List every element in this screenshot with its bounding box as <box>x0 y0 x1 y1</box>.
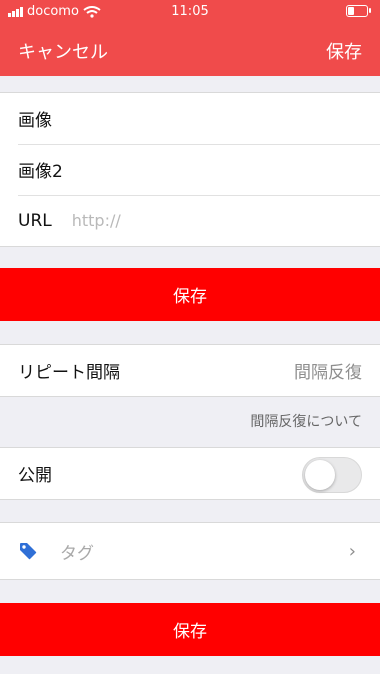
public-group: 公開 <box>0 447 380 500</box>
cancel-button[interactable]: キャンセル <box>18 38 108 64</box>
header: docomo 11:05 キャンセル 保存 <box>0 0 380 76</box>
toggle-knob <box>305 460 335 490</box>
image-row[interactable]: 画像 <box>0 93 380 144</box>
public-toggle[interactable] <box>302 457 362 493</box>
image-label: 画像 <box>18 111 52 131</box>
repeat-group: リピート間隔 間隔反復 <box>0 344 380 397</box>
public-row: 公開 <box>0 448 380 499</box>
battery-icon <box>346 5 371 17</box>
repeat-interval-row[interactable]: リピート間隔 間隔反復 <box>0 345 380 396</box>
public-label: 公開 <box>18 466 52 486</box>
status-bar: docomo 11:05 <box>0 0 380 24</box>
bottom-save-button[interactable]: 保存 <box>0 603 380 656</box>
image2-row[interactable]: 画像2 <box>0 144 380 195</box>
save-button[interactable]: 保存 <box>0 268 380 321</box>
repeat-info-link-row: 間隔反復について <box>0 397 380 445</box>
chevron-right-icon: › <box>348 541 356 562</box>
tag-group: タグ › <box>0 522 380 580</box>
url-row: URL <box>0 195 380 246</box>
tag-row[interactable]: タグ › <box>0 523 380 579</box>
tag-label: タグ <box>60 543 94 564</box>
image2-label: 画像2 <box>18 162 63 182</box>
repeat-interval-value: 間隔反復 <box>294 363 362 383</box>
header-save-button[interactable]: 保存 <box>326 38 362 64</box>
repeat-interval-label: リピート間隔 <box>18 363 120 383</box>
repeat-info-link[interactable]: 間隔反復について <box>250 411 362 431</box>
tag-icon <box>20 543 37 560</box>
url-input[interactable] <box>69 210 314 231</box>
media-group: 画像 画像2 URL <box>0 92 380 247</box>
url-label: URL <box>18 210 52 231</box>
status-time: 11:05 <box>171 4 209 19</box>
